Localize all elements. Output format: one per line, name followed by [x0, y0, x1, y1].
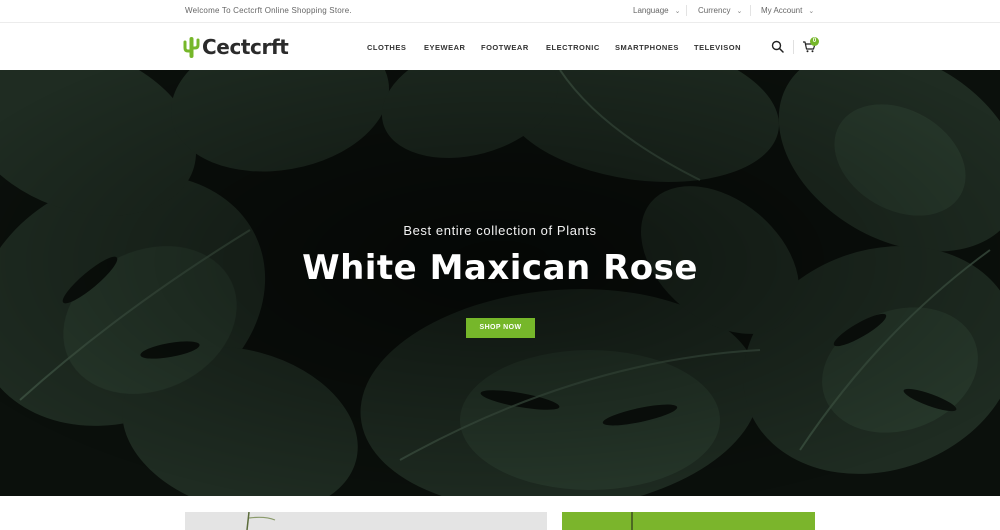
- plant-image: [631, 512, 633, 530]
- hero-subtitle: Best entire collection of Plants: [403, 223, 597, 238]
- promo-banner-right[interactable]: [562, 512, 815, 530]
- language-dropdown[interactable]: Language ⌄: [633, 6, 680, 15]
- welcome-message: Welcome To Cectcrft Online Shopping Stor…: [185, 6, 352, 15]
- main-nav: CLOTHES EYEWEAR FOOTWEAR ELECTRONIC SMAR…: [0, 43, 1000, 53]
- promo-banner-left[interactable]: [185, 512, 547, 530]
- plant-image: [246, 512, 276, 530]
- nav-item-electronic[interactable]: ELECTRONIC: [546, 43, 600, 52]
- language-label: Language: [633, 6, 669, 15]
- currency-label: Currency: [698, 6, 731, 15]
- search-icon[interactable]: [771, 40, 784, 53]
- cart-count-badge: 0: [810, 37, 819, 46]
- currency-dropdown[interactable]: Currency ⌄: [698, 6, 742, 15]
- nav-item-televison[interactable]: TELEVISON: [694, 43, 741, 52]
- top-divider: [750, 5, 751, 16]
- account-label: My Account: [761, 6, 803, 15]
- top-divider: [686, 5, 687, 16]
- header-divider: [793, 40, 794, 54]
- nav-item-eyewear[interactable]: EYEWEAR: [424, 43, 465, 52]
- nav-item-smartphones[interactable]: SMARTPHONES: [615, 43, 679, 52]
- shop-now-button[interactable]: SHOP NOW: [466, 318, 535, 338]
- chevron-down-icon: ⌄: [808, 8, 815, 15]
- nav-item-clothes[interactable]: CLOTHES: [367, 43, 406, 52]
- account-dropdown[interactable]: My Account ⌄: [761, 6, 814, 15]
- chevron-down-icon: ⌄: [736, 8, 743, 15]
- nav-item-footwear[interactable]: FOOTWEAR: [481, 43, 529, 52]
- top-bar: Welcome To Cectcrft Online Shopping Stor…: [0, 0, 1000, 23]
- hero-banner: Best entire collection of Plants White M…: [0, 70, 1000, 496]
- hero-title: White Maxican Rose: [302, 248, 698, 288]
- main-header: Cectcrft CLOTHES EYEWEAR FOOTWEAR ELECTR…: [0, 23, 1000, 70]
- chevron-down-icon: ⌄: [674, 8, 681, 15]
